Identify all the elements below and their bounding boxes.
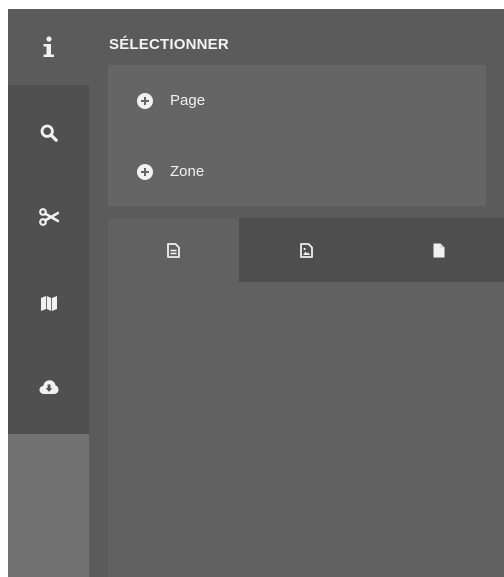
side-panel: SÉLECTIONNER Page Zone — [89, 9, 504, 577]
info-icon — [43, 36, 54, 57]
map-icon — [40, 296, 57, 311]
scissors-icon — [38, 208, 59, 226]
select-options-box: Page Zone — [108, 65, 486, 206]
toolbar-button-search[interactable] — [8, 95, 89, 171]
file-image-icon — [299, 242, 313, 258]
tab-file[interactable] — [373, 218, 504, 282]
search-icon — [40, 124, 58, 142]
section-title: SÉLECTIONNER — [109, 36, 229, 53]
toolbar-button-map[interactable] — [8, 265, 89, 341]
toolbar-button-info[interactable] — [8, 9, 89, 85]
plus-circle-icon — [137, 92, 153, 109]
toolbar-button-cut[interactable] — [8, 179, 89, 255]
file-text-icon — [167, 242, 180, 258]
file-icon — [433, 243, 444, 257]
toolbar-empty-area — [8, 434, 89, 577]
tab-text[interactable] — [108, 218, 239, 282]
viewer-app: SÉLECTIONNER Page Zone — [8, 9, 504, 577]
tab-content-area — [108, 282, 504, 577]
select-page-option[interactable]: Page — [137, 92, 205, 109]
tab-image[interactable] — [240, 218, 372, 282]
left-toolbar — [8, 9, 89, 434]
plus-circle-icon — [137, 163, 153, 180]
cloud-download-icon — [39, 380, 58, 394]
toolbar-button-download[interactable] — [8, 349, 89, 425]
select-zone-option[interactable]: Zone — [137, 163, 204, 180]
select-zone-label: Zone — [170, 163, 205, 180]
select-page-label: Page — [170, 92, 206, 109]
